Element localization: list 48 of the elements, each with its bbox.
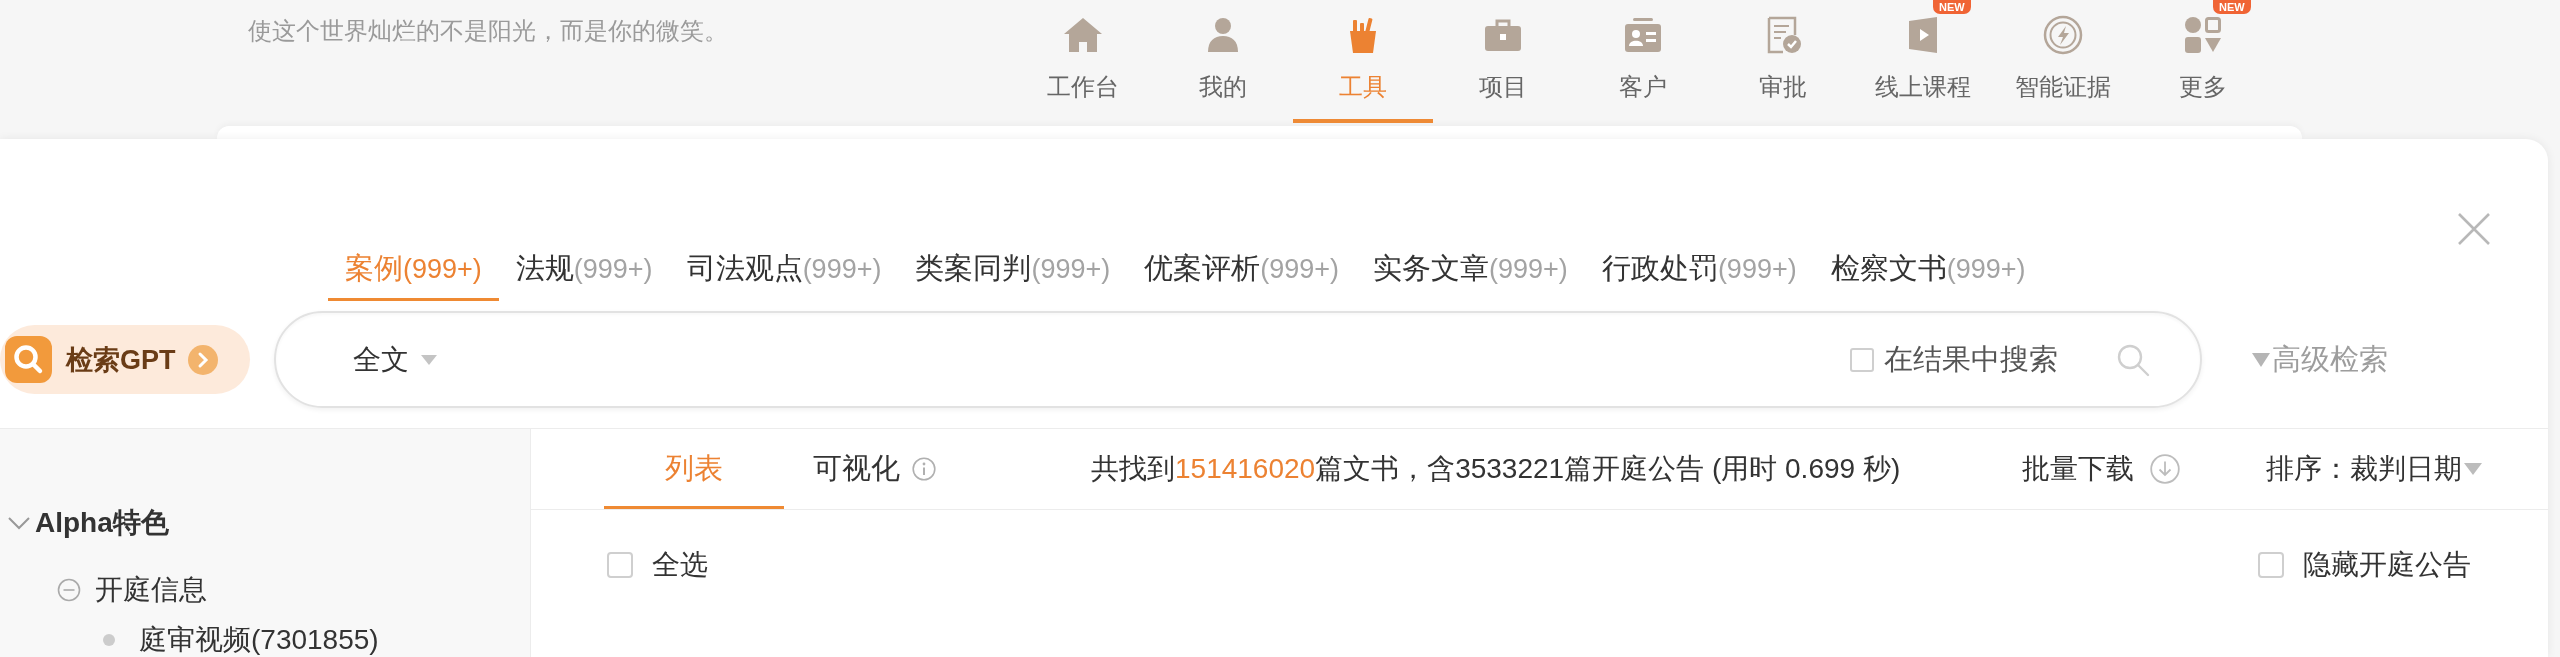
nav-item[interactable]: 更多 xyxy=(2133,15,2273,123)
checkbox[interactable] xyxy=(607,552,633,578)
lightning-icon xyxy=(2043,15,2083,55)
nav-item[interactable]: 智能证据 xyxy=(1993,15,2133,123)
tree-item[interactable]: 开庭信息 xyxy=(57,573,207,607)
category-tab[interactable]: 检察文书(999+) xyxy=(1813,250,2043,301)
home-icon xyxy=(1063,15,1103,55)
nav-item[interactable]: 审批 xyxy=(1713,15,1853,123)
id-card-icon xyxy=(1623,15,1663,55)
category-tab[interactable]: 法规(999+) xyxy=(498,250,670,301)
checkbox-label[interactable]: 在结果中搜索 xyxy=(1884,339,2058,380)
tree-item[interactable]: Alpha特色 xyxy=(8,506,169,540)
search-icon xyxy=(5,336,52,383)
batch-download-button[interactable]: 批量下载 xyxy=(2022,429,2180,509)
checkbox-label[interactable]: 全选 xyxy=(652,548,708,582)
close-icon[interactable] xyxy=(2457,212,2491,246)
checkbox-label[interactable]: 隐藏开庭公告 xyxy=(2303,548,2471,582)
sort-dropdown[interactable]: 排序：裁判日期 xyxy=(2266,429,2482,509)
caret-down-icon xyxy=(2252,352,2270,367)
caret-down-icon xyxy=(421,354,437,365)
checkbox[interactable] xyxy=(2258,552,2284,578)
nav-item[interactable]: 线上课程 xyxy=(1853,15,1993,123)
view-tab[interactable]: 可视化 xyxy=(784,429,964,509)
motto-text: 使这个世界灿烂的不是阳光，而是你的微笑。 xyxy=(248,17,728,44)
nav-item[interactable]: 客户 xyxy=(1573,15,1713,123)
category-tab[interactable]: 行政处罚(999+) xyxy=(1584,250,1814,301)
caret-down-icon xyxy=(2464,463,2482,475)
nav-item[interactable]: 项目 xyxy=(1433,15,1573,123)
nav-item[interactable]: 我的 xyxy=(1153,15,1293,123)
search-icon[interactable] xyxy=(2116,342,2150,377)
category-tab[interactable]: 实务文章(999+) xyxy=(1356,250,1585,301)
nav-item[interactable]: 工作台 xyxy=(1013,15,1153,123)
category-tab[interactable]: 类案同判(999+) xyxy=(898,250,1128,301)
chevron-right-icon xyxy=(187,344,218,375)
scope-dropdown[interactable]: 全文 xyxy=(353,340,437,379)
tree-item[interactable]: 庭审视频(7301855) xyxy=(103,624,379,656)
category-tab[interactable]: 优案评析(999+) xyxy=(1127,250,1357,301)
new-badge: NEW xyxy=(2213,0,2251,14)
gpt-search-button[interactable]: 检索GPT xyxy=(0,325,250,394)
download-icon xyxy=(2150,454,2180,484)
info-icon[interactable] xyxy=(911,457,936,481)
grid-icon xyxy=(2183,15,2223,55)
checkbox[interactable] xyxy=(1850,347,1874,372)
bullet-icon xyxy=(103,634,115,646)
category-tab[interactable]: 司法观点(999+) xyxy=(669,250,899,301)
result-summary: 共找到151416020篇文书，含3533221篇开庭公告 (用时 0.699 秒) xyxy=(1091,452,1901,486)
new-badge: NEW xyxy=(1933,0,1971,14)
search-field[interactable]: 全文 在结果中搜索 xyxy=(274,311,2202,408)
